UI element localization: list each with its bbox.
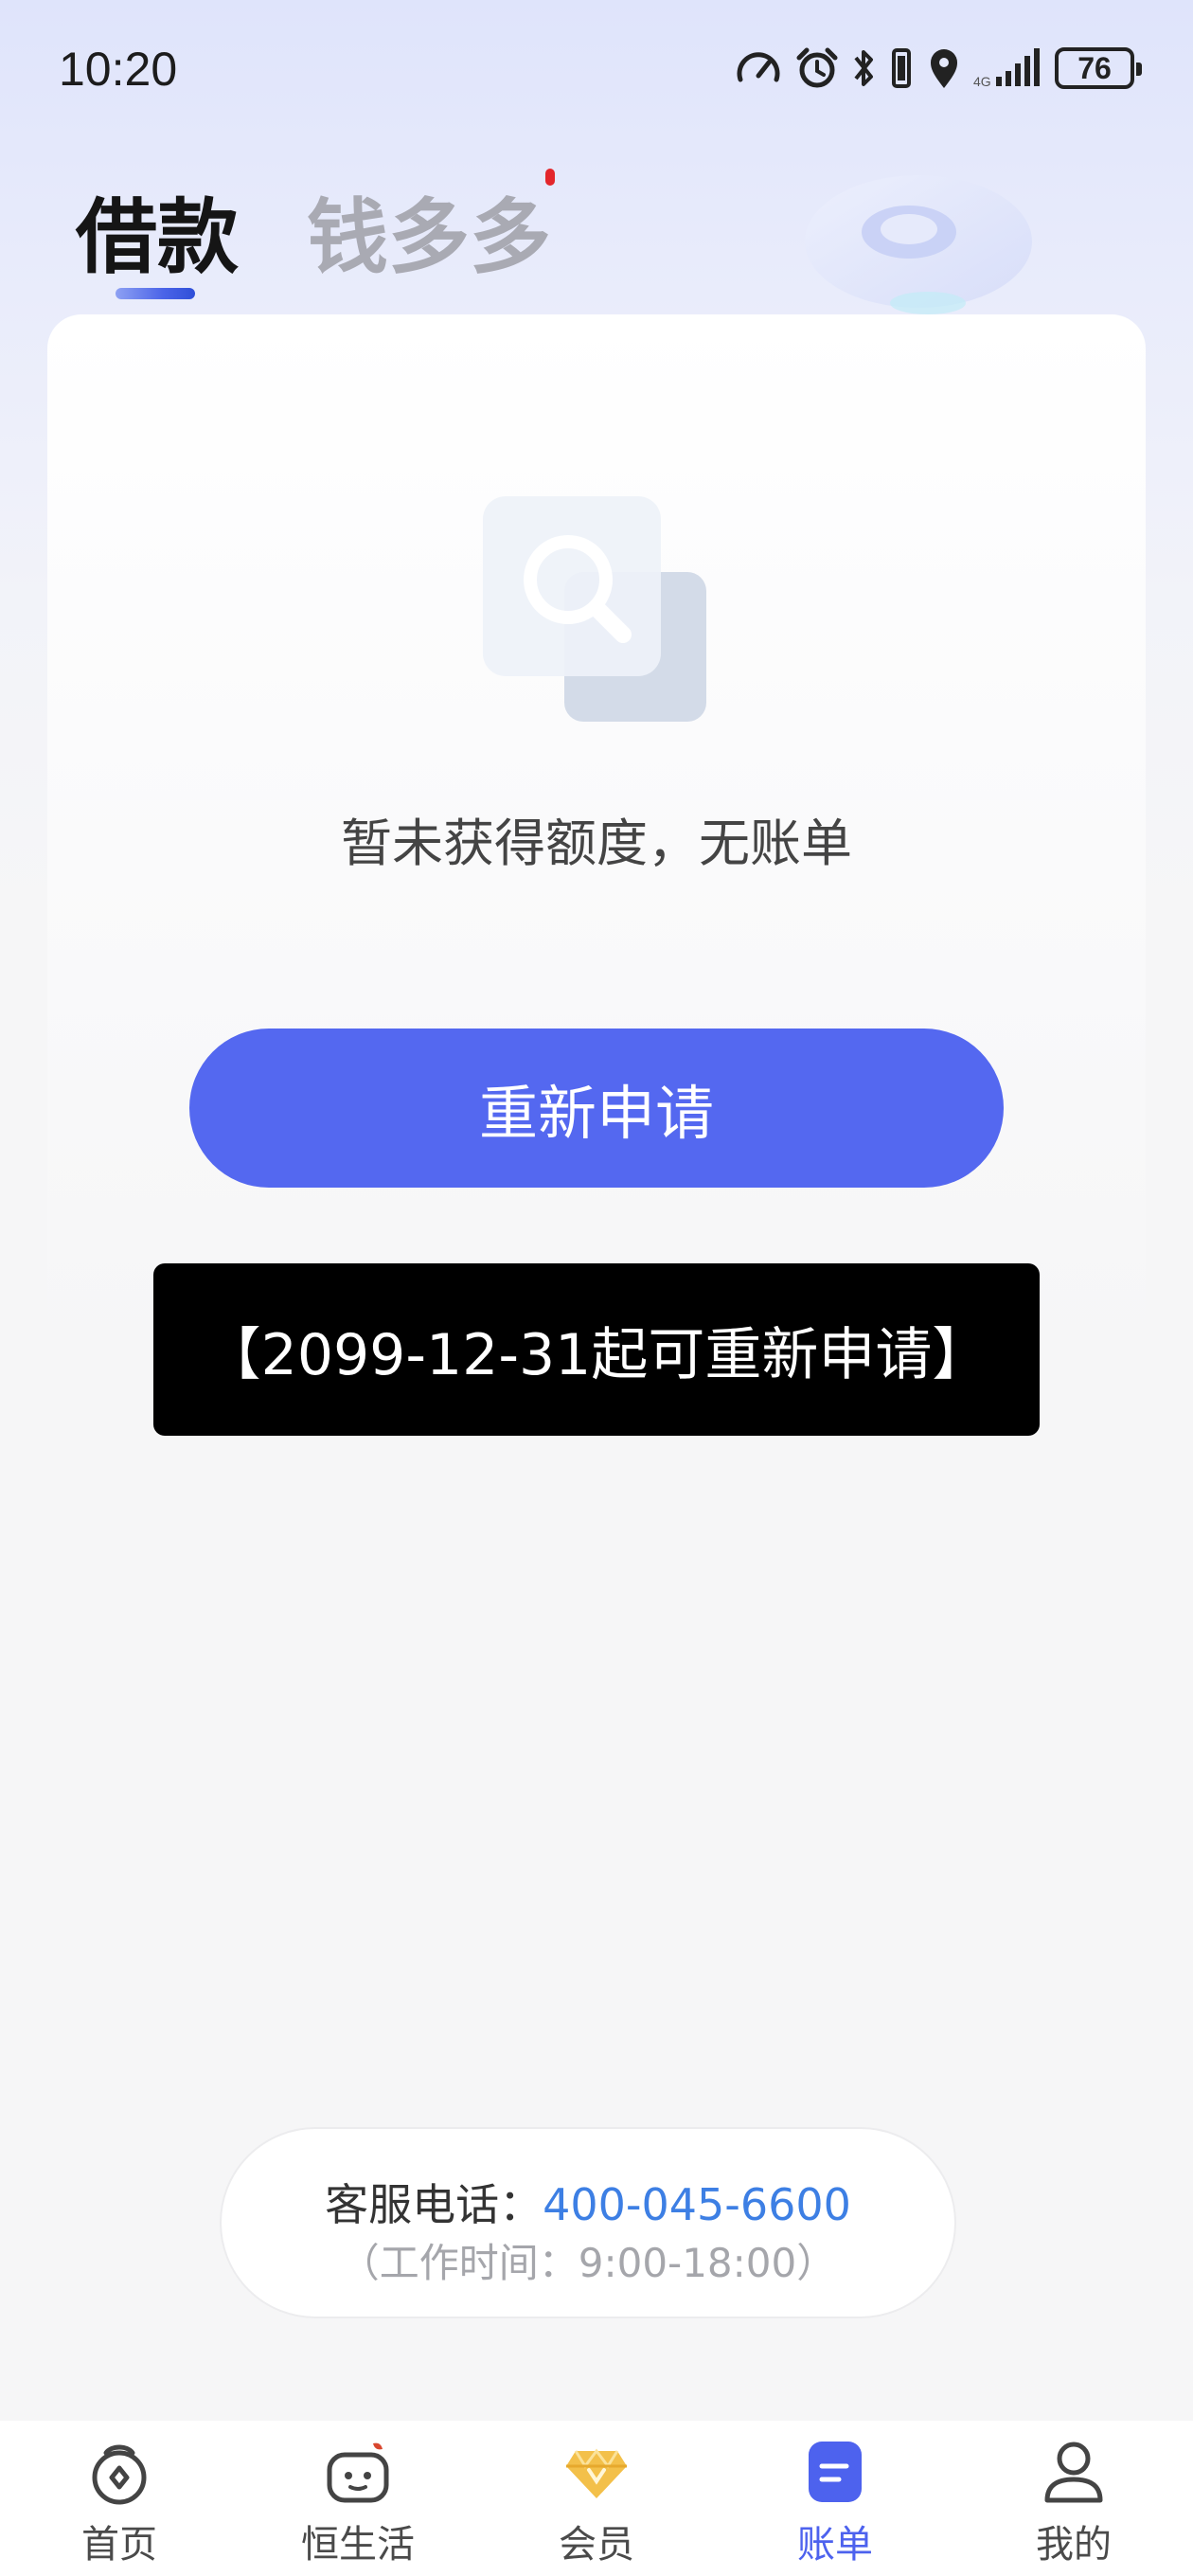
vibrate-icon	[892, 48, 911, 88]
nav-label: 首页	[81, 2523, 157, 2567]
speed-icon	[737, 52, 780, 82]
empty-state-text: 暂未获得额度，无账单	[341, 814, 852, 873]
customer-service-pill: 客服电话：400-045-6600 （工作时间：9:00-18:00）	[220, 2127, 956, 2318]
battery-icon: 76	[1055, 47, 1142, 89]
service-hours: （工作时间：9:00-18:00）	[339, 2240, 837, 2286]
bottom-nav: 首页 恒生活 会员 账单 我的	[0, 2421, 1193, 2576]
empty-search-illustration	[483, 496, 706, 722]
location-icon	[931, 49, 957, 88]
nav-item-life[interactable]: 恒生活	[239, 2421, 477, 2576]
vip-diamond-icon	[566, 2448, 627, 2498]
nav-item-vip[interactable]: 会员	[477, 2421, 716, 2576]
nav-item-profile[interactable]: 我的	[954, 2421, 1193, 2576]
service-phone-link[interactable]: 400-045-6600	[543, 2179, 851, 2230]
reapply-button[interactable]: 重新申请	[189, 1029, 1004, 1188]
reapply-date-notice: 【2099-12-31起可重新申请】	[153, 1263, 1040, 1436]
profile-icon	[1044, 2442, 1103, 2503]
status-bar: 10:20 4G 76	[0, 0, 1193, 133]
status-time: 10:20	[59, 43, 178, 96]
status-icons: 4G 76	[735, 44, 1142, 93]
nav-label: 我的	[1036, 2523, 1112, 2567]
red-dot-badge	[545, 169, 555, 186]
bill-icon	[809, 2442, 862, 2502]
alarm-icon	[796, 47, 838, 88]
decorative-ring-graphic	[805, 175, 1032, 314]
nav-item-bill[interactable]: 账单	[716, 2421, 954, 2576]
tab-qianduoduo[interactable]: 钱多多	[307, 170, 551, 289]
nav-item-home[interactable]: 首页	[0, 2421, 239, 2576]
nav-label: 恒生活	[301, 2523, 415, 2567]
tab-active-indicator	[116, 288, 195, 299]
signal-icon: 4G	[973, 48, 1040, 89]
tab-loan[interactable]: 借款	[76, 170, 239, 289]
nav-label: 账单	[797, 2523, 873, 2567]
service-phone-line: 客服电话：400-045-6600	[222, 2171, 954, 2233]
svg-text:4G: 4G	[973, 74, 991, 89]
nav-label: 会员	[559, 2523, 634, 2567]
bluetooth-icon	[854, 50, 873, 86]
home-bag-icon	[92, 2444, 147, 2505]
life-robot-icon	[327, 2442, 389, 2503]
service-label: 客服电话：	[325, 2179, 543, 2230]
